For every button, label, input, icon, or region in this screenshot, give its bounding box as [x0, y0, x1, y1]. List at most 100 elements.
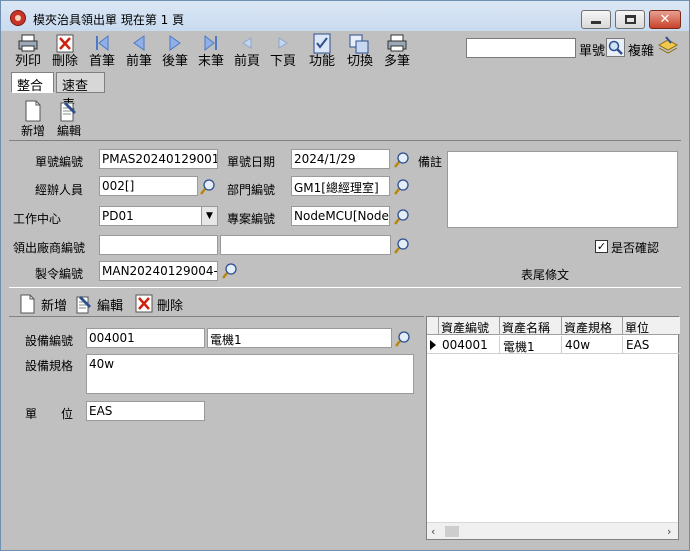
- spec-label: 設備規格: [25, 359, 74, 373]
- col-asset-spec[interactable]: 資產規格: [562, 317, 623, 335]
- chevron-down-icon[interactable]: ▼: [201, 207, 217, 225]
- doc-date-label: 單號日期: [227, 155, 276, 169]
- scroll-thumb[interactable]: [445, 526, 459, 537]
- delete-icon: [46, 33, 84, 55]
- remark-field[interactable]: [447, 151, 678, 228]
- handler-lookup-icon[interactable]: [200, 178, 218, 196]
- multi-record-button[interactable]: 多筆: [378, 33, 416, 71]
- multi-record-icon: [378, 33, 416, 55]
- cell-asset-name[interactable]: 電機1: [500, 336, 562, 354]
- asset-grid[interactable]: 資產編號 資產名稱 資產規格 單位 004001 電機1 40w EAS ‹ ›: [426, 316, 680, 540]
- complex-search-icon: [657, 36, 679, 54]
- work-center-select[interactable]: PD01 ▼: [99, 206, 218, 226]
- cell-unit[interactable]: EAS: [623, 336, 680, 354]
- dept-lookup-icon[interactable]: [394, 178, 412, 196]
- close-icon: ✕: [659, 12, 671, 27]
- mo-lookup-icon[interactable]: [222, 262, 240, 280]
- add-header-button[interactable]: 新增: [15, 100, 51, 139]
- next-record-button[interactable]: 後筆: [156, 33, 194, 71]
- footer-clause-label: 表尾條文: [521, 268, 570, 282]
- mo-label: 製令編號: [35, 267, 84, 281]
- print-label: 列印: [14, 54, 41, 69]
- unit-field[interactable]: EAS: [86, 401, 205, 421]
- header-sub-toolbar: 新增 編輯: [1, 98, 689, 138]
- table-row[interactable]: 004001 電機1 40w EAS: [427, 336, 680, 354]
- scroll-right-icon[interactable]: ›: [667, 525, 671, 538]
- horizontal-scrollbar[interactable]: ‹ ›: [427, 522, 678, 539]
- prev-record-button[interactable]: 前筆: [120, 33, 158, 71]
- tab-quick-table[interactable]: 速查表: [56, 72, 105, 113]
- edit-detail-icon: [76, 296, 91, 314]
- search-button[interactable]: [606, 38, 625, 57]
- confirmed-checkbox[interactable]: ✓: [595, 240, 608, 253]
- handler-field[interactable]: 002[]: [99, 176, 198, 196]
- doc-date-field[interactable]: 2024/1/29: [291, 149, 390, 169]
- delete-button[interactable]: 刪除: [46, 33, 84, 71]
- maximize-button[interactable]: [615, 10, 645, 29]
- doc-no-field[interactable]: PMAS20240129001: [99, 149, 218, 169]
- edit-detail-button[interactable]: 編輯: [75, 293, 123, 315]
- project-field[interactable]: NodeMCU[NodeMCU: [291, 206, 390, 226]
- delete-detail-button[interactable]: 刪除: [135, 293, 183, 315]
- equip-no-label: 設備編號: [25, 334, 74, 348]
- tab-integrate[interactable]: 整合: [11, 72, 54, 94]
- work-center-value: PD01: [102, 209, 134, 223]
- last-record-button[interactable]: 末筆: [192, 33, 230, 71]
- prev-page-button[interactable]: 前頁: [228, 33, 266, 71]
- project-label: 專案編號: [227, 212, 276, 226]
- maximize-icon: [624, 15, 636, 24]
- dept-field[interactable]: GM1[總經理室]: [291, 176, 390, 196]
- equip-name-field[interactable]: 電機1: [207, 328, 392, 348]
- col-asset-no[interactable]: 資產編號: [439, 317, 500, 335]
- equip-no-field[interactable]: 004001: [86, 328, 205, 348]
- equip-lookup-icon[interactable]: [395, 330, 413, 348]
- prev-record-label: 前筆: [125, 54, 152, 69]
- next-page-button[interactable]: 下頁: [264, 33, 302, 71]
- doc-no-label: 單號編號: [35, 155, 84, 169]
- function-button[interactable]: 功能: [303, 33, 341, 71]
- print-button[interactable]: 列印: [9, 33, 47, 71]
- app-icon: [10, 10, 26, 26]
- col-unit[interactable]: 單位: [623, 317, 680, 335]
- minimize-button[interactable]: [581, 10, 611, 29]
- confirmed-label: 是否確認: [611, 241, 660, 255]
- close-button[interactable]: ✕: [649, 10, 681, 29]
- minimize-icon: [591, 21, 601, 24]
- edit-header-button[interactable]: 編輯: [51, 100, 87, 139]
- doc-number-search-input[interactable]: [466, 38, 576, 58]
- unit-label: 單 位: [25, 407, 74, 421]
- switch-label: 切換: [346, 54, 373, 69]
- function-label: 功能: [308, 54, 335, 69]
- cell-asset-no[interactable]: 004001: [439, 336, 500, 354]
- edit-detail-label: 編輯: [97, 298, 124, 314]
- title-bar[interactable]: 模夾治具領出單 現在第 1 頁 ✕: [1, 1, 689, 31]
- col-asset-name[interactable]: 資產名稱: [500, 317, 562, 335]
- prev-page-label: 前頁: [233, 54, 260, 69]
- printer-icon: [9, 33, 47, 55]
- date-picker-icon[interactable]: [394, 151, 412, 169]
- first-record-label: 首筆: [88, 54, 115, 69]
- remark-label: 備註: [418, 155, 443, 169]
- add-detail-button[interactable]: 新增: [19, 293, 67, 315]
- add-detail-label: 新增: [41, 298, 68, 314]
- complex-search-button[interactable]: [657, 35, 679, 57]
- header-form: 單號編號 PMAS20240129001 單號日期 2024/1/29 備註 經…: [9, 140, 681, 288]
- first-record-button[interactable]: 首筆: [83, 33, 121, 71]
- vendor-lookup-icon[interactable]: [394, 237, 412, 255]
- project-lookup-icon[interactable]: [394, 208, 412, 226]
- edit-header-label: 編輯: [56, 124, 81, 138]
- last-record-label: 末筆: [197, 54, 224, 69]
- vendor-name-field[interactable]: [220, 235, 391, 255]
- mo-field[interactable]: MAN20240129004-1: [99, 261, 218, 281]
- last-record-icon: [192, 33, 230, 55]
- current-row-icon: [430, 340, 436, 350]
- cell-asset-spec[interactable]: 40w: [562, 336, 623, 354]
- scroll-left-icon[interactable]: ‹: [431, 525, 435, 538]
- vendor-code-field[interactable]: [99, 235, 218, 255]
- spec-field[interactable]: 40w: [86, 354, 414, 394]
- new-document-icon: [15, 100, 51, 122]
- switch-button[interactable]: 切換: [341, 33, 379, 71]
- next-page-label: 下頁: [269, 54, 296, 69]
- main-window: 模夾治具領出單 現在第 1 頁 ✕ 列印 刪除 首筆 前筆 後筆 末筆 前頁 下…: [0, 0, 690, 551]
- next-record-icon: [156, 33, 194, 55]
